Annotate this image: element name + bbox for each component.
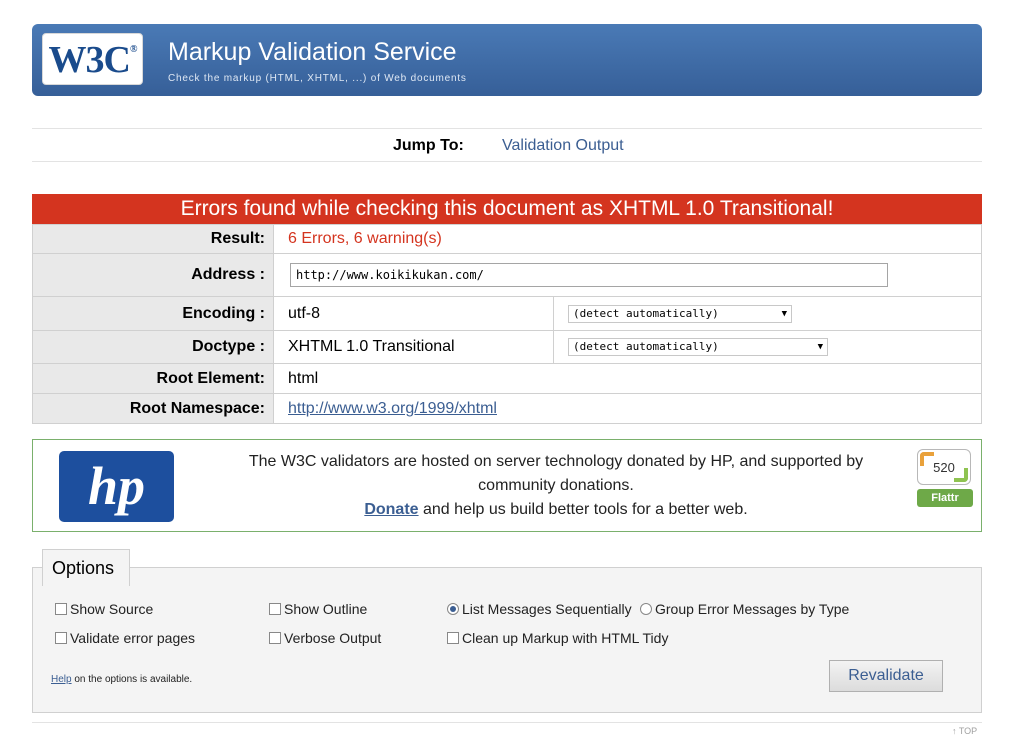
sponsor-text-line1: The W3C validators are hosted on server …	[248, 453, 864, 494]
jump-label: Jump To:	[393, 137, 464, 154]
address-row: Address :	[33, 253, 981, 296]
result-value: 6 Errors, 6 warning(s)	[288, 230, 442, 247]
flattr-widget[interactable]: 520 Flattr	[917, 449, 973, 507]
encoding-row: Encoding : utf-8 (detect automatically) ▼	[33, 296, 981, 330]
encoding-label: Encoding :	[33, 297, 274, 330]
options-legend: Options	[42, 549, 130, 586]
show-outline-option[interactable]: Show Outline	[269, 601, 367, 617]
root-element-value: html	[288, 369, 319, 387]
jump-bar: Jump To: Validation Output	[32, 128, 982, 162]
sponsor-box: hp The W3C validators are hosted on serv…	[32, 439, 982, 532]
w3c-logo[interactable]: W3C®	[42, 33, 143, 85]
list-sequential-radio[interactable]	[447, 603, 459, 615]
root-namespace-label: Root Namespace:	[33, 394, 274, 423]
verbose-output-option[interactable]: Verbose Output	[269, 630, 381, 646]
hp-logo-text: hp	[87, 456, 146, 516]
result-row: Result: 6 Errors, 6 warning(s)	[33, 224, 981, 253]
revalidate-button[interactable]: Revalidate	[829, 660, 943, 692]
validate-error-pages-option[interactable]: Validate error pages	[55, 630, 195, 646]
clean-up-checkbox[interactable]	[447, 632, 459, 644]
group-errors-label: Group Error Messages by Type	[655, 601, 850, 617]
flattr-count: 520	[917, 449, 971, 485]
root-namespace-row: Root Namespace: http://www.w3.org/1999/x…	[33, 393, 981, 423]
address-input[interactable]	[290, 263, 888, 287]
root-namespace-link[interactable]: http://www.w3.org/1999/xhtml	[288, 400, 497, 418]
results-table: Result: 6 Errors, 6 warning(s) Address :…	[32, 224, 982, 424]
chevron-down-icon: ▼	[781, 308, 787, 319]
w3c-logo-text: W3C	[48, 39, 131, 81]
footer-divider	[32, 722, 982, 723]
doctype-select[interactable]: (detect automatically) ▼	[568, 338, 828, 356]
help-note-text: on the options is available.	[71, 674, 193, 685]
group-errors-radio[interactable]	[640, 603, 652, 615]
clean-up-option[interactable]: Clean up Markup with HTML Tidy	[447, 630, 668, 646]
doctype-select-value: (detect automatically)	[573, 340, 719, 353]
show-source-checkbox[interactable]	[55, 603, 67, 615]
root-element-label: Root Element:	[33, 364, 274, 393]
doctype-value: XHTML 1.0 Transitional	[288, 338, 455, 355]
donate-link[interactable]: Donate	[364, 501, 418, 518]
sponsor-text: The W3C validators are hosted on server …	[211, 450, 901, 522]
w3c-logo-mark: ®	[129, 44, 138, 55]
doctype-label: Doctype :	[33, 331, 274, 363]
group-errors-option[interactable]: Group Error Messages by Type	[640, 601, 849, 617]
show-source-label: Show Source	[70, 601, 154, 617]
validate-error-pages-checkbox[interactable]	[55, 632, 67, 644]
flattr-button[interactable]: Flattr	[917, 489, 973, 507]
hp-logo[interactable]: hp	[59, 451, 174, 522]
encoding-value: utf-8	[288, 304, 321, 322]
encoding-select-value: (detect automatically)	[573, 306, 719, 320]
error-header: Errors found while checking this documen…	[32, 194, 982, 224]
address-label: Address :	[33, 254, 274, 296]
root-element-row: Root Element: html	[33, 363, 981, 393]
show-outline-label: Show Outline	[284, 601, 368, 617]
chevron-down-icon: ▼	[817, 342, 823, 352]
header-banner: W3C® Markup Validation Service Check the…	[32, 24, 982, 96]
validation-output-link[interactable]: Validation Output	[502, 137, 624, 155]
sponsor-text-line2: and help us build better tools for a bet…	[418, 501, 748, 518]
doctype-row: Doctype : XHTML 1.0 Transitional (detect…	[33, 330, 981, 363]
verbose-output-label: Verbose Output	[284, 630, 382, 646]
help-note: Help on the options is available.	[51, 674, 192, 685]
list-sequential-label: List Messages Sequentially	[462, 601, 632, 617]
verbose-output-checkbox[interactable]	[269, 632, 281, 644]
list-sequential-option[interactable]: List Messages Sequentially	[447, 601, 632, 617]
result-label: Result:	[33, 225, 274, 253]
clean-up-label: Clean up Markup with HTML Tidy	[462, 630, 669, 646]
page-subtitle: Check the markup (HTML, XHTML, ...) of W…	[168, 73, 467, 84]
help-link[interactable]: Help	[51, 674, 72, 685]
validate-error-pages-label: Validate error pages	[70, 630, 196, 646]
encoding-select[interactable]: (detect automatically) ▼	[568, 304, 792, 323]
show-source-option[interactable]: Show Source	[55, 601, 153, 617]
page-title: Markup Validation Service	[168, 38, 457, 66]
show-outline-checkbox[interactable]	[269, 603, 281, 615]
